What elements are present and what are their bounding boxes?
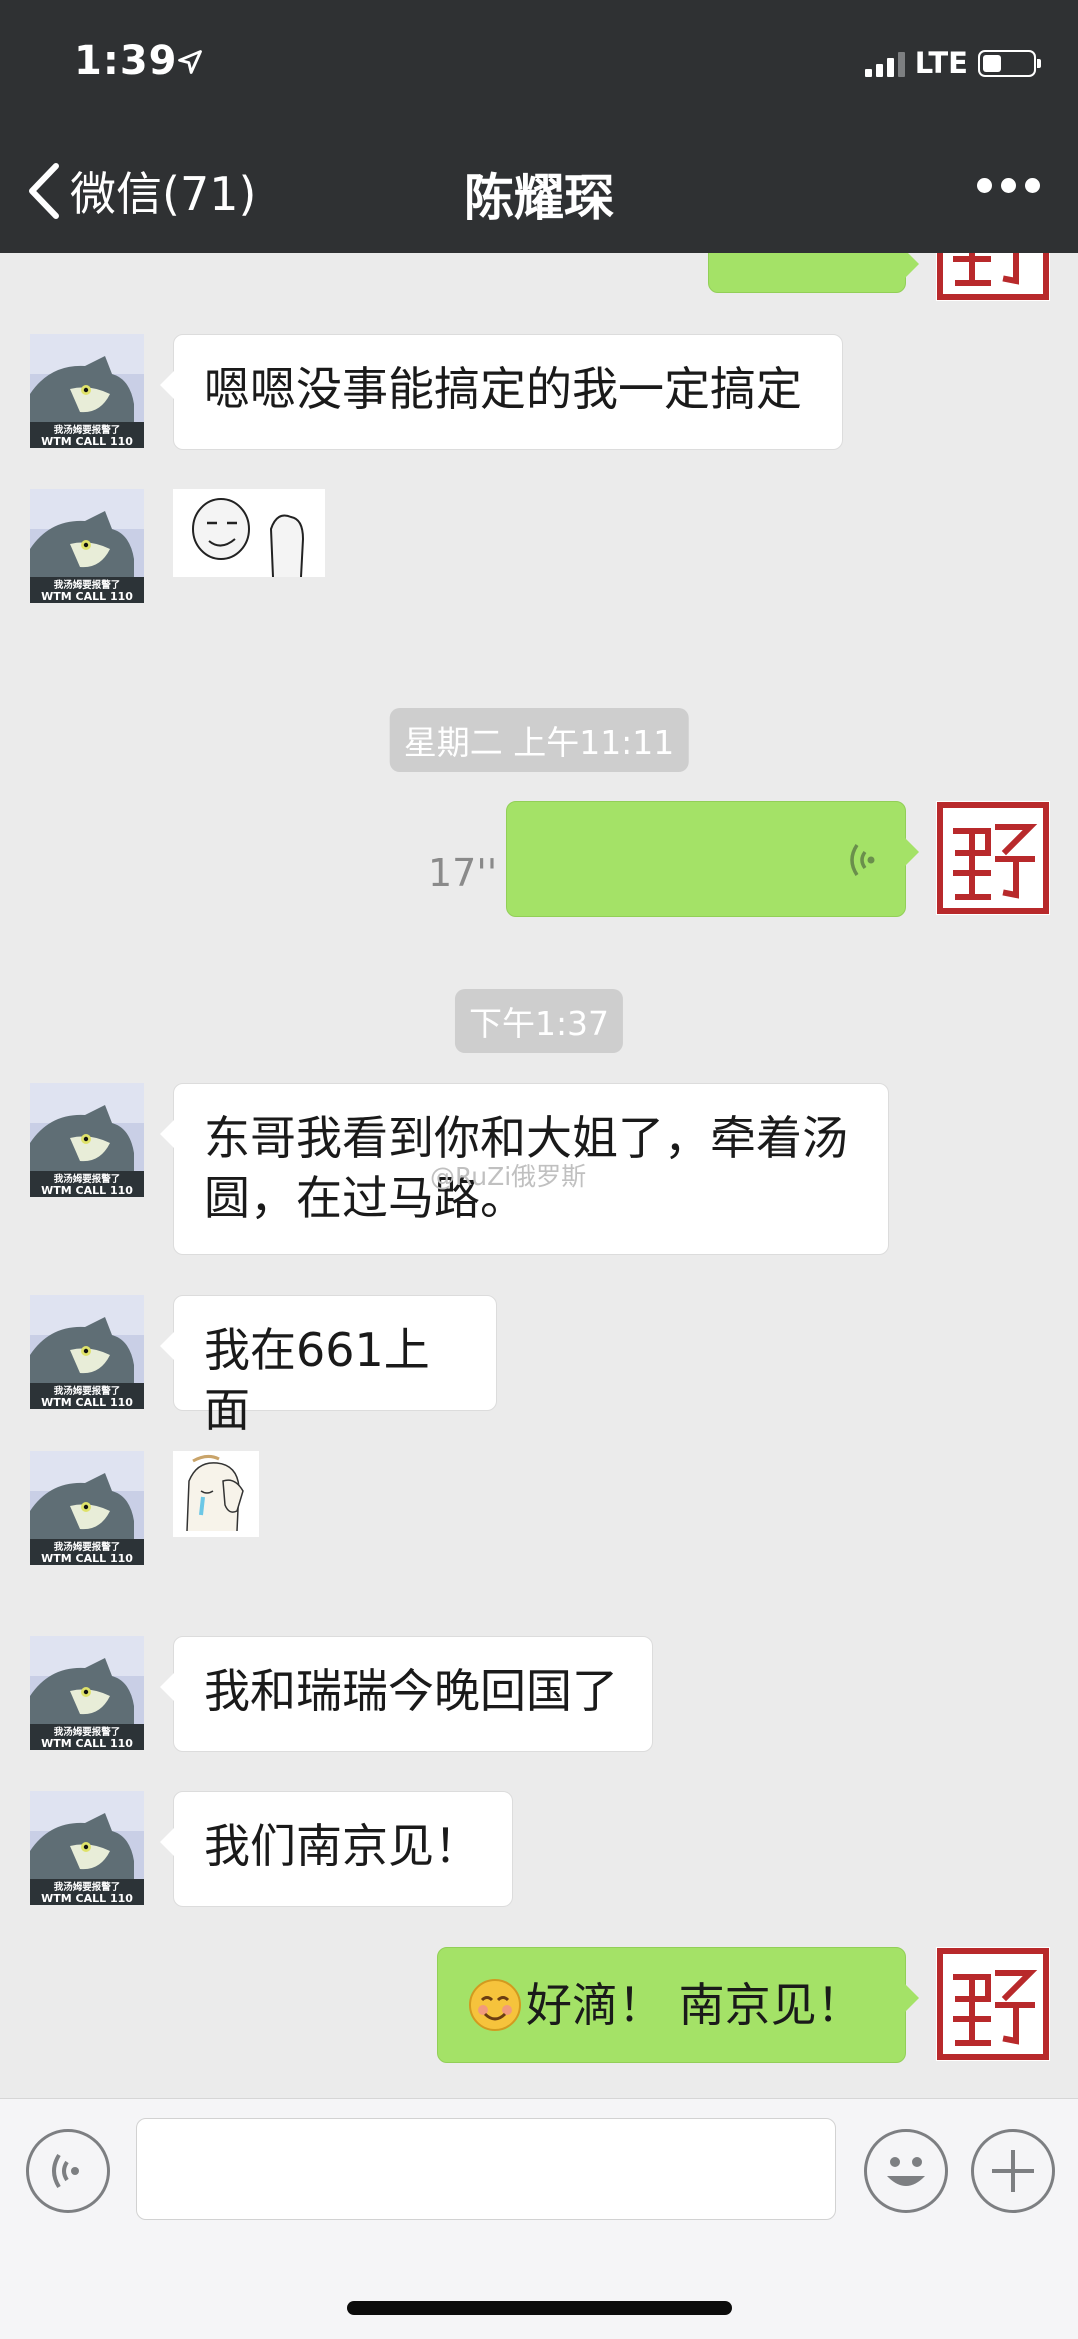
contact-avatar[interactable]: 我汤姆要报警了 WTM CALL 110 xyxy=(30,334,144,448)
self-avatar[interactable] xyxy=(936,801,1050,915)
cat-avatar-icon: 我汤姆要报警了 WTM CALL 110 xyxy=(30,1636,144,1750)
self-avatar-partial[interactable] xyxy=(936,253,1050,301)
svg-text:WTM CALL 110: WTM CALL 110 xyxy=(41,1737,133,1750)
message-text: 好滴！ 南京见！ xyxy=(526,1978,863,2032)
voice-icon xyxy=(52,2153,79,2189)
meme-face-sticker xyxy=(173,489,325,578)
voice-duration: 17'' xyxy=(428,851,498,895)
message-text: 我在661上面 xyxy=(204,1323,430,1437)
cat-avatar-icon: 我汤姆要报警了 WTM CALL 110 xyxy=(30,1083,144,1197)
watermark: @RuZi俄罗斯 xyxy=(430,1162,587,1191)
home-indicator[interactable] xyxy=(347,2301,732,2315)
sticker-image[interactable] xyxy=(173,489,325,578)
svg-text:WTM CALL 110: WTM CALL 110 xyxy=(41,1552,133,1565)
received-message[interactable]: 我们南京见！ xyxy=(160,1791,513,1907)
crying-meme-sticker xyxy=(173,1451,259,1537)
seal-icon xyxy=(936,253,1050,301)
cat-avatar-icon: 我汤姆要报警了 WTM CALL 110 xyxy=(30,1451,144,1565)
svg-text:WTM CALL 110: WTM CALL 110 xyxy=(41,435,133,448)
signal-icon xyxy=(864,49,905,77)
top-bar: 1:39 LTE 微信(71) 陈耀琛 xyxy=(0,0,1078,253)
sticker-image[interactable] xyxy=(173,1451,259,1537)
message-text: 我们南京见！ xyxy=(204,1819,480,1873)
message-input[interactable] xyxy=(136,2118,836,2220)
emoji-face-icon xyxy=(887,2157,925,2186)
message-text: 嗯嗯没事能搞定的我一定搞定 xyxy=(204,362,802,416)
voice-wave-icon xyxy=(850,844,875,876)
battery-icon xyxy=(978,49,1041,77)
plus-icon xyxy=(992,2150,1034,2192)
svg-text:WTM CALL 110: WTM CALL 110 xyxy=(41,1184,133,1197)
received-message[interactable]: 嗯嗯没事能搞定的我一定搞定 xyxy=(160,334,843,450)
voice-message-bubble[interactable] xyxy=(506,801,919,917)
contact-avatar[interactable]: 我汤姆要报警了 WTM CALL 110 xyxy=(30,489,144,603)
contact-avatar[interactable]: 我汤姆要报警了 WTM CALL 110 xyxy=(30,1295,144,1409)
contact-avatar[interactable]: 我汤姆要报警了 WTM CALL 110 xyxy=(30,1791,144,1905)
contact-avatar[interactable]: 我汤姆要报警了 WTM CALL 110 xyxy=(30,1636,144,1750)
status-indicators: LTE xyxy=(864,46,1041,80)
more-options-icon[interactable] xyxy=(977,178,1040,193)
emoji-button[interactable] xyxy=(864,2129,948,2213)
chat-title: 陈耀琛 xyxy=(464,169,614,227)
received-message[interactable]: 我在661上面 xyxy=(160,1295,497,1437)
smile-emoji-icon xyxy=(469,1979,521,2031)
received-message[interactable]: 我和瑞瑞今晚回国了 xyxy=(160,1636,653,1752)
sent-message[interactable]: 好滴！ 南京见！ xyxy=(437,1947,919,2063)
cat-avatar-icon: 我汤姆要报警了 WTM CALL 110 xyxy=(30,489,144,603)
timestamp: 下午1:37 xyxy=(454,989,624,1053)
sent-bubble-partial[interactable] xyxy=(708,253,919,293)
seal-icon xyxy=(936,801,1050,915)
svg-text:WTM CALL 110: WTM CALL 110 xyxy=(41,1396,133,1409)
voice-input-button[interactable] xyxy=(26,2129,110,2213)
status-time: 1:39 xyxy=(74,38,178,84)
cat-avatar-icon: 我汤姆要报警了 WTM CALL 110 xyxy=(30,1791,144,1905)
timestamp: 星期二 上午11:11 xyxy=(389,708,689,772)
cat-avatar-icon: 我汤姆要报警了 WTM CALL 110 xyxy=(30,334,144,448)
message-text: 我和瑞瑞今晚回国了 xyxy=(204,1664,618,1718)
network-label: LTE xyxy=(914,46,968,80)
seal-icon xyxy=(936,1947,1050,2061)
self-avatar[interactable] xyxy=(936,1947,1050,2061)
more-functions-button[interactable] xyxy=(971,2129,1055,2213)
contact-avatar[interactable]: 我汤姆要报警了 WTM CALL 110 xyxy=(30,1083,144,1197)
location-arrow-icon xyxy=(178,50,202,74)
cat-avatar-icon: 我汤姆要报警了 WTM CALL 110 xyxy=(30,1295,144,1409)
contact-avatar[interactable]: 我汤姆要报警了 WTM CALL 110 xyxy=(30,1451,144,1565)
svg-text:WTM CALL 110: WTM CALL 110 xyxy=(41,1892,133,1905)
svg-text:WTM CALL 110: WTM CALL 110 xyxy=(41,590,133,603)
